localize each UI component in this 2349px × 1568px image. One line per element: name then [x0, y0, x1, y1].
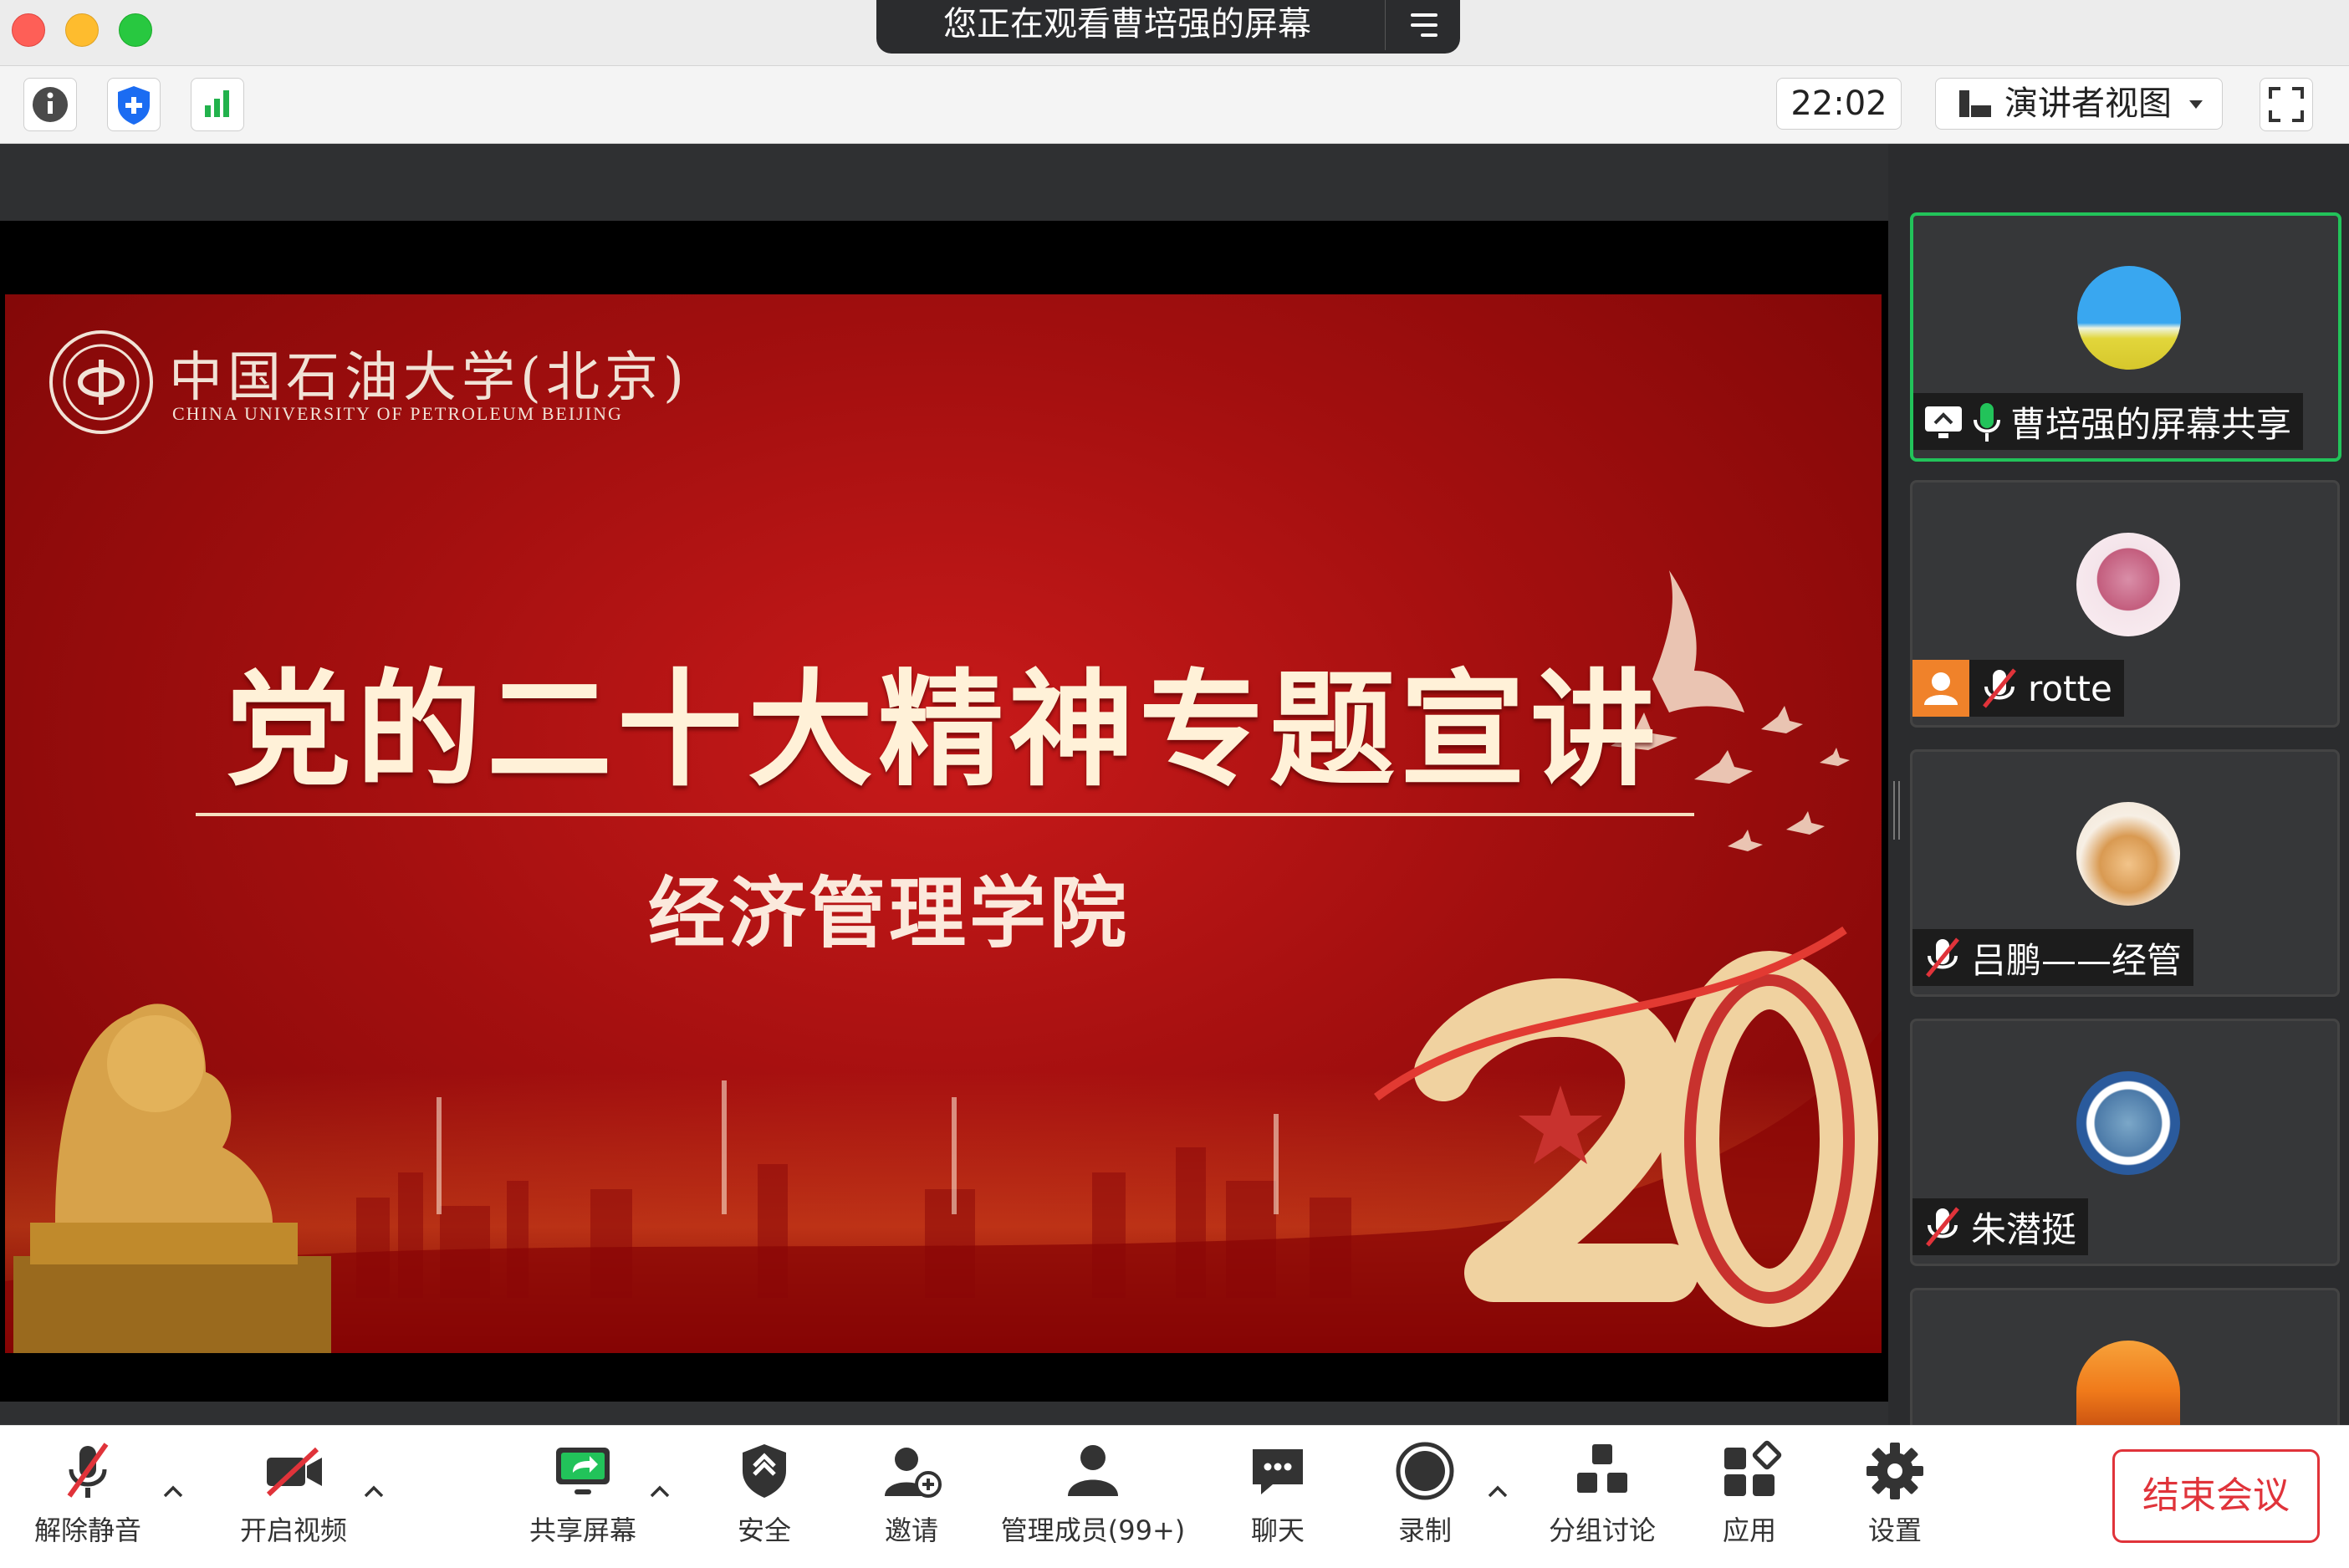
microphone-muted-icon: [67, 1443, 109, 1498]
shared-screen-area: 中国石油大学(北京) CHINA UNIVERSITY OF PETROLEUM…: [0, 144, 1888, 1425]
share-screen-icon: [556, 1448, 610, 1494]
signal-bars-icon: [205, 90, 229, 117]
breakout-rooms-icon: [1577, 1444, 1627, 1493]
invite-label: 邀请: [884, 1514, 938, 1546]
window-maximize-button[interactable]: [119, 13, 152, 47]
settings-label: 设置: [1867, 1514, 1922, 1546]
presentation-slide: 中国石油大学(北京) CHINA UNIVERSITY OF PETROLEUM…: [5, 294, 1882, 1353]
stone-lion-graphic: [13, 1004, 331, 1353]
viewing-banner: 您正在观看曹培强的屏幕: [876, 0, 1460, 54]
security-label: 安全: [737, 1514, 791, 1546]
participant-tile[interactable]: 朱潜挺: [1910, 1019, 2340, 1266]
meeting-control-bar: 解除静音 开启视频 共享屏幕 安全 邀请 管理成员(99+) 聊天 录制 分组讨…: [0, 1425, 2349, 1568]
screen-share-icon: [1925, 406, 1962, 438]
chat-bubble-icon: [1253, 1449, 1303, 1494]
manage-participants-button[interactable]: 管理成员(99+): [1000, 1438, 1186, 1563]
apps-label: 应用: [1722, 1514, 1776, 1546]
window-close-button[interactable]: [12, 13, 45, 47]
chat-label: 聊天: [1250, 1514, 1305, 1546]
host-person-icon: [1924, 672, 1958, 705]
share-options-caret-icon[interactable]: [647, 1479, 672, 1504]
fullscreen-button[interactable]: [2260, 78, 2313, 131]
participant-tile[interactable]: [1910, 1288, 2340, 1433]
record-label: 录制: [1397, 1514, 1452, 1546]
slide-divider: [196, 813, 1694, 816]
panel-resize-handle[interactable]: [1893, 781, 1900, 840]
participant-tile[interactable]: 曹培强的屏幕共享: [1910, 212, 2341, 462]
microphone-on-icon: [1974, 403, 2000, 442]
invite-button[interactable]: 邀请: [868, 1438, 955, 1563]
university-name-en: CHINA UNIVERSITY OF PETROLEUM BEIJING: [172, 403, 623, 424]
share-screen-label: 共享屏幕: [529, 1514, 636, 1546]
breakout-rooms-label: 分组讨论: [1548, 1514, 1656, 1546]
participant-name: 吕鹏——经管: [1971, 939, 2183, 981]
video-options-caret-icon[interactable]: [361, 1479, 386, 1504]
avatar: [2076, 802, 2180, 906]
slide-subtitle: 经济管理学院: [647, 869, 1130, 958]
participant-name: 朱潜挺: [1971, 1208, 2077, 1250]
breakout-rooms-button[interactable]: 分组讨论: [1544, 1438, 1661, 1563]
microphone-muted-icon: [1983, 668, 2016, 708]
participant-name-tag: 朱潜挺: [1912, 1198, 2089, 1255]
slide-title: 党的二十大精神专题宣讲: [225, 658, 1661, 804]
university-logo: [49, 330, 153, 434]
participant-tile[interactable]: rotte: [1910, 480, 2340, 728]
viewing-banner-text: 您正在观看曹培强的屏幕: [943, 5, 1311, 43]
university-name-cn: 中国石油大学(北京): [169, 347, 689, 409]
manage-participants-label: 管理成员(99+): [1000, 1514, 1186, 1546]
meeting-info-button[interactable]: [23, 78, 77, 131]
apps-grid-icon: [1724, 1440, 1782, 1496]
host-badge: [1912, 660, 1969, 717]
security-button[interactable]: 安全: [721, 1438, 808, 1563]
window-minimize-button[interactable]: [65, 13, 99, 47]
gear-icon: [1866, 1443, 1923, 1499]
slide-decoration-art: [5, 570, 1882, 1353]
participant-tile[interactable]: 吕鹏——经管: [1910, 749, 2340, 997]
invite-person-icon: [885, 1448, 942, 1498]
network-quality-button[interactable]: [191, 78, 244, 131]
avatar: [2076, 1341, 2180, 1433]
start-video-label: 开启视频: [239, 1514, 347, 1546]
record-button[interactable]: 录制: [1381, 1438, 1468, 1563]
meeting-timer: 22:02: [1776, 78, 1902, 130]
meeting-toolbar: 22:02 演讲者视图: [0, 66, 2349, 144]
settings-button[interactable]: 设置: [1851, 1438, 1938, 1563]
shared-screen-frame: 中国石油大学(北京) CHINA UNIVERSITY OF PETROLEUM…: [0, 221, 1888, 1402]
view-mode-label: 演讲者视图: [2004, 84, 2172, 123]
dropdown-arrow-icon: [2189, 100, 2203, 109]
participants-icon: [1068, 1445, 1118, 1496]
record-options-caret-icon[interactable]: [1485, 1479, 1510, 1504]
participant-name: rotte: [2028, 667, 2112, 709]
participant-name-tag: 吕鹏——经管: [1912, 929, 2194, 986]
record-icon: [1396, 1442, 1454, 1500]
chat-button[interactable]: 聊天: [1234, 1438, 1321, 1563]
microphone-muted-icon: [1926, 937, 1959, 978]
avatar: [2076, 533, 2180, 636]
participants-panel: 曹培强的屏幕共享 rotte 吕鹏——经管 朱潜挺: [1888, 144, 2349, 1433]
start-video-button[interactable]: 开启视频: [231, 1438, 356, 1563]
view-mode-select[interactable]: 演讲者视图: [1935, 78, 2223, 130]
window-titlebar: 您正在观看曹培强的屏幕: [0, 0, 2349, 66]
layout-icon: [1959, 90, 1991, 117]
camera-off-icon: [266, 1447, 322, 1497]
participant-name: 曹培强的屏幕共享: [2010, 403, 2292, 445]
light-beams-graphic: [437, 1080, 1279, 1214]
shield-icon: [118, 86, 150, 125]
encryption-button[interactable]: [107, 78, 161, 131]
share-screen-button[interactable]: 共享屏幕: [520, 1438, 646, 1563]
participant-name-tag: rotte: [1912, 660, 2124, 717]
security-shield-icon: [743, 1444, 786, 1498]
view-options-menu-icon[interactable]: [1385, 0, 1461, 50]
info-icon: [33, 87, 68, 122]
unmute-button[interactable]: 解除静音: [25, 1438, 151, 1563]
unmute-label: 解除静音: [33, 1514, 141, 1546]
audio-options-caret-icon[interactable]: [161, 1479, 186, 1504]
fullscreen-icon: [2269, 87, 2304, 122]
avatar: [2076, 1071, 2180, 1175]
end-meeting-button[interactable]: 结束会议: [2112, 1449, 2320, 1543]
avatar: [2077, 266, 2181, 370]
apps-button[interactable]: 应用: [1706, 1438, 1793, 1563]
microphone-muted-icon: [1926, 1207, 1959, 1247]
participant-name-tag: 曹培强的屏幕共享: [1913, 393, 2304, 450]
